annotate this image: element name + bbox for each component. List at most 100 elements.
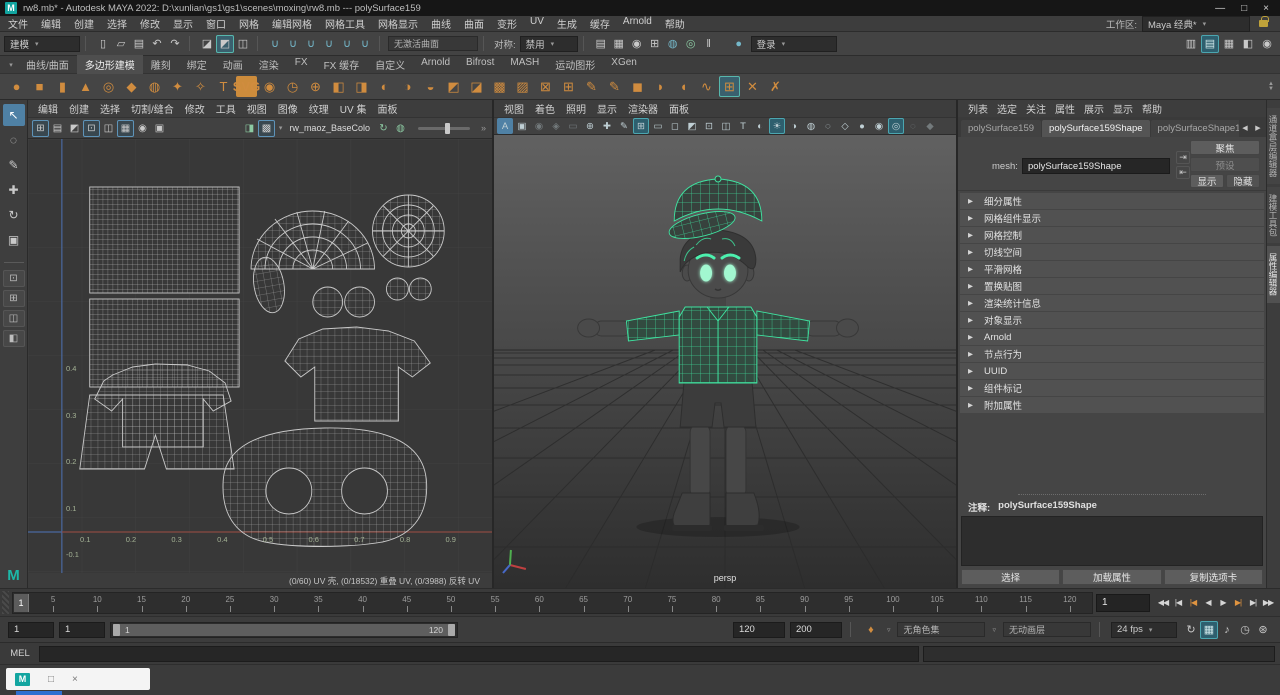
ae-section-7[interactable]: 对象显示 [960, 312, 1264, 328]
shaded-icon[interactable]: ● [854, 118, 870, 134]
lasso-tool-icon[interactable]: ◌ [3, 129, 25, 151]
step-forward-key-icon[interactable]: ▶| [1231, 595, 1245, 611]
menu-12[interactable]: 曲面 [464, 16, 484, 31]
append-face-icon[interactable]: ◼ [627, 76, 648, 97]
snap-curve-icon[interactable]: ∪ [284, 35, 302, 53]
shelf-tab-mash[interactable]: MASH [502, 55, 547, 75]
resolution-gate-icon[interactable]: ◻ [667, 118, 683, 134]
menu-1[interactable]: 编辑 [41, 16, 61, 31]
camera-attributes-icon[interactable]: ◉ [531, 118, 547, 134]
range-slider[interactable]: 1 120 [110, 622, 458, 638]
humanik-toggle-icon[interactable]: ◉ [1258, 35, 1276, 53]
target-weld-icon[interactable]: ✕ [742, 76, 763, 97]
render-current-frame-icon[interactable]: ▦ [610, 35, 628, 53]
sidebar-tab-1[interactable]: 建模工具包 [1267, 187, 1280, 244]
shelf-tab-fx[interactable]: FX 缓存 [316, 55, 368, 75]
show-output-connections-icon[interactable]: ⇤ [1176, 166, 1190, 179]
mel-input[interactable] [39, 646, 919, 662]
ae-tab-polysurface159[interactable]: polySurface159 [961, 120, 1041, 137]
uv-border-icon[interactable]: ◫ [100, 120, 117, 137]
image-display-icon[interactable]: ◨ [241, 120, 258, 137]
ae-section-11[interactable]: 组件标记 [960, 380, 1264, 396]
channel-box-toggle-icon[interactable]: ▥ [1182, 35, 1200, 53]
open-render-view-icon[interactable]: ▤ [592, 35, 610, 53]
minimize-button[interactable]: — [1215, 3, 1225, 14]
shelf-tab-xgen[interactable]: XGen [603, 55, 645, 75]
plugin-shading-icon[interactable]: ◆ [922, 118, 938, 134]
uv-layout-icon[interactable]: ▤ [49, 120, 66, 137]
film-gate-icon[interactable]: ▭ [650, 118, 666, 134]
go-to-start-icon[interactable]: ◀◀ [1156, 595, 1170, 611]
lock-workspace-icon[interactable] [1259, 20, 1268, 27]
uv-menu-uv[interactable]: UV 集 [340, 101, 367, 116]
toolbar-expand-icon[interactable]: » [481, 123, 486, 133]
reduce-icon[interactable]: ▨ [512, 76, 533, 97]
symmetry-dropdown[interactable]: 禁用 [520, 36, 578, 52]
crease-icon[interactable]: ⊞ [558, 76, 579, 97]
quad-draw-icon[interactable]: ✗ [765, 76, 786, 97]
uv-align-icon[interactable]: ◩ [66, 120, 83, 137]
hide-button[interactable]: 隐藏 [1226, 174, 1260, 188]
uv-menu-1[interactable]: 创建 [69, 101, 89, 116]
vp-menu-1[interactable]: 着色 [535, 101, 555, 116]
make-live-icon[interactable]: ∪ [356, 35, 374, 53]
ae-tab-polysurface159shape[interactable]: polySurface159Shape [1042, 120, 1150, 137]
mel-label[interactable]: MEL [5, 648, 35, 659]
snap-view-plane-icon[interactable]: ∪ [338, 35, 356, 53]
vp-menu-5[interactable]: 面板 [669, 101, 689, 116]
shelf-tab-3[interactable]: 绑定 [179, 55, 215, 75]
login-dropdown[interactable]: 登录 [751, 36, 837, 52]
poly-cube-icon[interactable]: ■ [29, 76, 50, 97]
select-component-icon[interactable]: ◫ [234, 35, 252, 53]
rotate-tool-icon[interactable]: ↻ [3, 204, 25, 226]
close-window-icon[interactable]: × [72, 674, 78, 685]
animation-start-field[interactable]: 1 [8, 622, 54, 638]
snap-point-icon[interactable]: ∪ [302, 35, 320, 53]
menu-set-dropdown[interactable]: 建模 [4, 36, 80, 52]
current-time-marker[interactable]: 1 [14, 594, 29, 612]
ae-section-12[interactable]: 附加属性 [960, 397, 1264, 413]
current-frame-field[interactable]: 1 [1096, 594, 1150, 612]
range-start-handle[interactable] [113, 624, 120, 636]
ae-section-1[interactable]: 网格组件显示 [960, 210, 1264, 226]
split-mesh-icon[interactable]: ◖ [673, 76, 694, 97]
uv-texture-display-icon[interactable]: ▣ [151, 120, 168, 137]
show-input-connections-icon[interactable]: ⇥ [1176, 151, 1190, 164]
move-tool-icon[interactable]: ✚ [3, 179, 25, 201]
uv-menu-10[interactable]: 面板 [377, 101, 397, 116]
sidebar-tab-2[interactable]: 属性编辑器 [1267, 246, 1280, 303]
multi-cut-icon[interactable]: ⊞ [719, 76, 740, 97]
uv-menu-6[interactable]: 视图 [247, 101, 267, 116]
shelf-tab-5[interactable]: 渲染 [251, 55, 287, 75]
mirror-icon[interactable]: ⊠ [535, 76, 556, 97]
pause-viewport-icon[interactable]: ‖ [700, 35, 718, 53]
default-lighting-icon[interactable]: ◐ [752, 118, 768, 134]
menu-9[interactable]: 网格工具 [325, 16, 365, 31]
play-backwards-icon[interactable]: ◀ [1201, 595, 1215, 611]
boolean-difference-icon[interactable]: ◑ [397, 76, 418, 97]
ae-bottom-button-1[interactable]: 加载属性 [1062, 569, 1161, 585]
two-d-pan-zoom-icon[interactable]: ⊕ [582, 118, 598, 134]
combine-icon[interactable]: ◧ [328, 76, 349, 97]
menu-13[interactable]: 变形 [497, 16, 517, 31]
vp-menu-2[interactable]: 照明 [566, 101, 586, 116]
animlayer-caret[interactable]: ▿ [992, 626, 996, 634]
menu-10[interactable]: 网格显示 [378, 16, 418, 31]
animation-preferences-icon[interactable]: ⊛ [1254, 621, 1272, 639]
new-scene-icon[interactable]: ▯ [94, 35, 112, 53]
poly-cylinder-icon[interactable]: ▮ [52, 76, 73, 97]
uv-menu-0[interactable]: 编辑 [38, 101, 58, 116]
menu-5[interactable]: 显示 [173, 16, 193, 31]
hypershade-icon[interactable]: ◍ [664, 35, 682, 53]
ae-section-9[interactable]: 节点行为 [960, 346, 1264, 362]
snap-grid-icon[interactable]: ∪ [266, 35, 284, 53]
field-chart-icon[interactable]: ⊡ [701, 118, 717, 134]
anim-layer-field[interactable]: 无动画层 [1003, 622, 1091, 637]
separate-icon[interactable]: ◨ [351, 76, 372, 97]
restore-window-icon[interactable]: □ [48, 674, 54, 685]
shelf-tab-4[interactable]: 动画 [215, 55, 251, 75]
animation-end-field[interactable]: 200 [790, 622, 842, 638]
textured-icon[interactable]: ◉ [871, 118, 887, 134]
uv-menu-5[interactable]: 工具 [216, 101, 236, 116]
create-polygon-icon[interactable]: ✎ [581, 76, 602, 97]
